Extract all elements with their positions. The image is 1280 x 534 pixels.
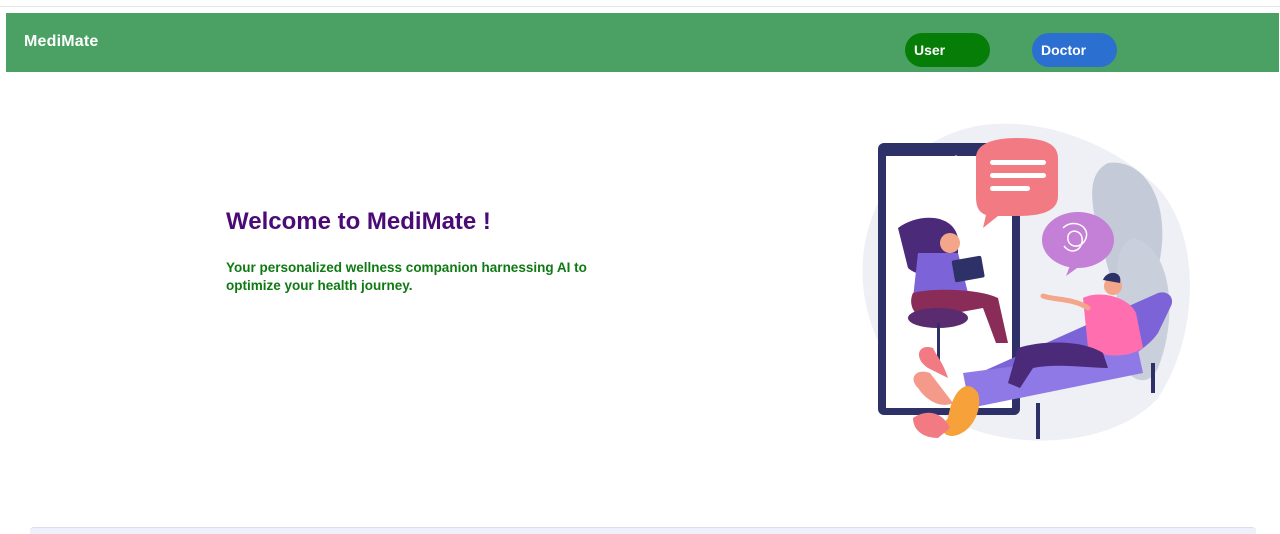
- navbar: MediMate User Doctor: [6, 13, 1279, 72]
- hero-subtitle: Your personalized wellness companion har…: [226, 260, 587, 293]
- telehealth-illustration: [858, 118, 1198, 448]
- brand-logo-text[interactable]: MediMate: [24, 33, 99, 51]
- user-button[interactable]: User: [905, 33, 990, 67]
- hero-title: Welcome to MediMate !: [226, 208, 491, 235]
- doctor-button[interactable]: Doctor: [1032, 33, 1117, 67]
- top-divider: [0, 6, 1280, 7]
